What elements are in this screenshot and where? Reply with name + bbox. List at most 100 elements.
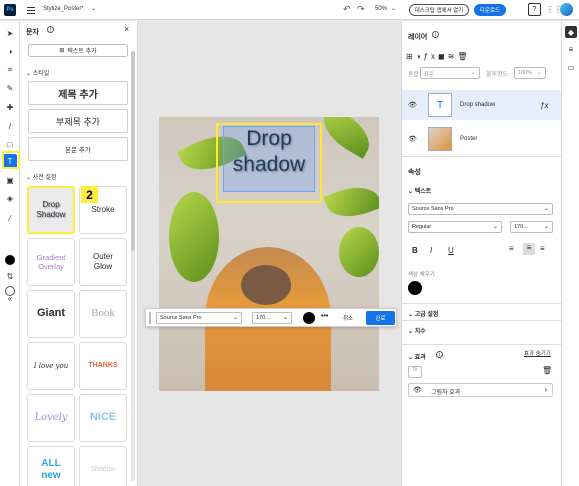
delete-icon[interactable]: 🗑 — [542, 366, 552, 375]
fx-icon[interactable]: ƒx — [540, 101, 548, 110]
dimensions-section-header[interactable]: ⌄ 치수 — [408, 326, 426, 335]
font-size-select[interactable]: 170... ⌄ — [252, 312, 292, 324]
preset-lovely[interactable]: Lovely — [27, 394, 75, 442]
brush-icon[interactable]: / — [3, 119, 17, 133]
move-tool-icon[interactable]: ➤ — [3, 26, 17, 40]
avatar[interactable] — [560, 3, 573, 16]
redo-icon[interactable]: ↷ — [357, 4, 365, 15]
preset-gradient-overlay[interactable]: Gradient Overlay — [27, 238, 75, 286]
adjust-tool-icon[interactable]: ◑ — [3, 44, 17, 58]
shadow-effect-row[interactable]: 👁 그림자 효과 › — [408, 383, 553, 397]
chevron-right-icon[interactable]: › — [544, 385, 547, 394]
style-section-header[interactable]: ⌄ 스타일 — [26, 68, 49, 77]
text-color-swatch[interactable] — [303, 312, 315, 324]
canvas-text-layer[interactable]: Drop shadow — [223, 126, 315, 178]
image-icon[interactable]: ▣ — [3, 173, 17, 187]
layers-title: 레이어 — [408, 34, 428, 41]
add-subheading-button[interactable]: 부제목 추가 — [28, 109, 128, 133]
info-icon[interactable]: i — [47, 26, 54, 33]
done-button[interactable]: 완료 — [366, 311, 395, 325]
add-effect-button[interactable]: fx — [408, 366, 422, 378]
eyedropper-icon[interactable]: ⁄ — [3, 211, 17, 225]
font-family-select[interactable]: Source Sans Pro ⌄ — [408, 203, 553, 215]
comments-icon[interactable]: ▭ — [565, 61, 577, 73]
advanced-label: 고급 설정 — [414, 312, 439, 318]
preset-nice[interactable]: NICE — [79, 394, 127, 442]
document-title[interactable]: Stylize_Poster* — [43, 6, 84, 12]
zoom-level[interactable]: 50% — [375, 6, 387, 12]
preset-giant[interactable]: Giant — [27, 290, 75, 338]
selection-brush-icon[interactable]: ✎ — [3, 81, 17, 95]
bold-button[interactable]: B — [412, 246, 418, 255]
align-left-icon[interactable]: ≡ — [509, 244, 514, 253]
scrollbar-thumb[interactable] — [131, 51, 135, 251]
font-family-select[interactable]: Source Sans Pro ⌄ — [156, 312, 242, 324]
foreground-color-swatch[interactable] — [5, 255, 15, 265]
align-center-icon[interactable]: ≡ — [523, 243, 535, 255]
advanced-section-header[interactable]: ⌄ 고급 설정 — [408, 309, 438, 318]
chevron-down-icon[interactable]: ⌄ — [91, 5, 96, 12]
more-options-icon[interactable]: ••• — [321, 313, 328, 320]
open-desktop-button[interactable]: 데스크탑 앱에서 열기 — [409, 4, 469, 16]
align-right-icon[interactable]: ≡ — [540, 244, 545, 253]
crop-tool-icon[interactable]: ⌗ — [3, 63, 17, 77]
swap-colors-icon[interactable]: ⇅ — [3, 269, 17, 283]
font-size-select[interactable]: 170... ⌄ — [510, 221, 553, 233]
visibility-icon[interactable]: 👁 — [408, 135, 417, 143]
download-button[interactable]: 다운로드 — [474, 4, 506, 16]
text-section-header[interactable]: ⌄ 텍스트 — [408, 186, 431, 195]
font-weight-select[interactable]: Regular ⌄ — [408, 221, 502, 233]
effects-label: 효과 — [414, 355, 426, 361]
add-heading-button[interactable]: 제목 추가 — [28, 81, 128, 105]
preset-outer-glow[interactable]: Outer Glow — [79, 238, 127, 286]
visibility-icon[interactable]: 👁 — [408, 101, 417, 109]
layer-item[interactable]: 👁 T Drop shadow ƒx — [402, 90, 561, 120]
menu-icon[interactable] — [27, 5, 35, 15]
mask-icon[interactable]: ◼ — [438, 52, 448, 61]
preset-thanks[interactable]: THANKS — [79, 342, 127, 390]
fill-icon[interactable]: ◈ — [3, 191, 17, 205]
preset-shadow[interactable]: Shadow — [79, 446, 127, 486]
preset-book[interactable]: Book — [79, 290, 127, 338]
italic-button[interactable]: I — [430, 246, 432, 255]
adjustment-icon[interactable]: ◑ — [416, 52, 424, 61]
drag-handle[interactable] — [149, 312, 151, 324]
add-body-button[interactable]: 본문 추가 — [28, 137, 128, 161]
text-fill-swatch[interactable] — [408, 281, 422, 295]
layers-panel-icon[interactable]: ◆ — [565, 26, 577, 38]
delete-icon[interactable]: 🗑 — [457, 52, 470, 61]
chevron-down-icon: ⌄ — [536, 70, 542, 76]
divider — [402, 303, 561, 304]
healing-icon[interactable]: ✚ — [3, 100, 17, 114]
cancel-button[interactable]: 취소 — [343, 314, 353, 322]
properties-panel-icon[interactable]: ≡ — [565, 43, 577, 55]
fx-icon[interactable]: ƒx — [424, 52, 438, 61]
collapse-icon[interactable]: « — [3, 291, 17, 305]
panel-scrollbar[interactable] — [131, 51, 135, 481]
undo-icon[interactable]: ↶ — [343, 4, 351, 15]
effects-section-header[interactable]: ⌄ 효과 — [408, 352, 426, 361]
visibility-icon[interactable]: 👁 — [413, 386, 422, 394]
preset-i-love-you[interactable]: I love you — [27, 342, 75, 390]
add-layer-icon[interactable]: ⊞ — [406, 52, 416, 61]
add-text-button[interactable]: ⊞ 텍스트 추가 — [28, 44, 128, 57]
help-icon[interactable]: ? — [528, 3, 541, 16]
preset-drop-shadow[interactable]: Drop Shadow — [27, 186, 75, 234]
preset-label: Drop Shadow — [36, 200, 66, 219]
layer-item[interactable]: 👁 Poster — [402, 124, 561, 154]
shape-icon[interactable]: □ — [3, 137, 17, 151]
close-icon[interactable]: × — [124, 24, 129, 34]
hide-effects-link[interactable]: 효과 숨기기 — [524, 349, 551, 357]
blend-mode-select[interactable]: 표준 ⌄ — [420, 67, 480, 79]
canvas-area[interactable]: Drop shadow — [139, 21, 401, 486]
info-icon[interactable]: i — [436, 351, 443, 358]
preset-all-new[interactable]: ALL new — [27, 446, 75, 486]
opacity-select[interactable]: 100% ⌄ — [514, 67, 546, 79]
underline-button[interactable]: U — [448, 246, 454, 255]
chevron-down-icon[interactable]: ⌄ — [391, 5, 396, 12]
preset-section-header[interactable]: ⌄ 사전 설정 — [26, 172, 56, 181]
stack-icon[interactable]: ≋ — [448, 52, 458, 61]
preset-label: Book — [91, 307, 115, 320]
info-icon[interactable]: i — [432, 31, 439, 38]
app-logo[interactable]: Ps — [4, 4, 16, 16]
